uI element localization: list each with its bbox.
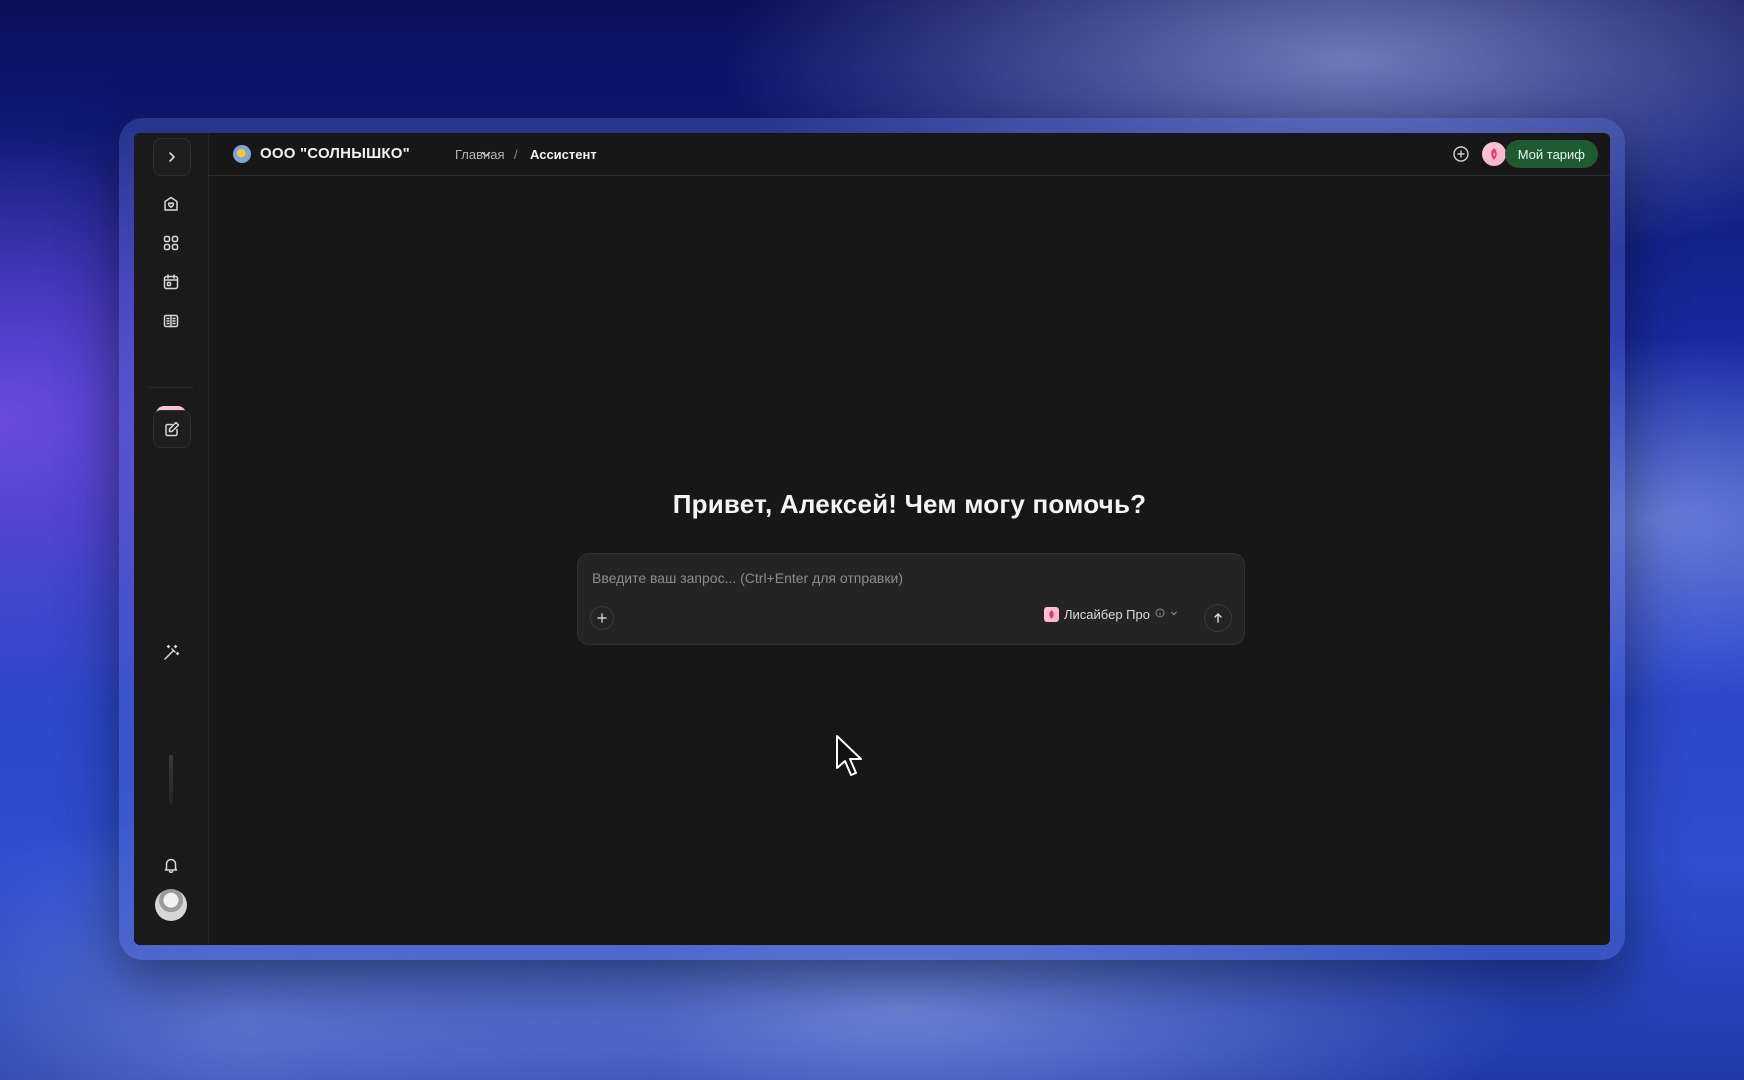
bell-icon (164, 858, 178, 874)
attach-button[interactable] (590, 606, 614, 630)
library-icon (163, 314, 179, 328)
sidebar-item-new-chat[interactable] (153, 410, 191, 448)
apps-grid-icon (163, 235, 179, 251)
sidebar-divider (149, 387, 193, 388)
prompt-input[interactable] (590, 569, 1194, 587)
avatar[interactable] (155, 889, 187, 921)
plus-icon (597, 613, 607, 623)
send-button[interactable] (1204, 604, 1232, 632)
breadcrumb-home[interactable]: Главная (455, 147, 504, 162)
assistant-header-button[interactable] (1482, 142, 1506, 166)
breadcrumb-separator: / (514, 147, 518, 162)
greeting-title: Привет, Алексей! Чем могу помочь? (672, 489, 1147, 519)
chevron-right-icon (169, 152, 175, 162)
expand-sidebar-button[interactable] (153, 138, 191, 176)
edit-icon (165, 421, 180, 437)
home-icon (164, 196, 178, 211)
model-selector[interactable]: Лисайбер Про (1044, 607, 1178, 622)
assistant-app-icon (1491, 148, 1497, 160)
my-plan-button[interactable]: Мой тариф (1504, 140, 1598, 168)
model-name: Лисайбер Про (1064, 607, 1150, 622)
top-bar: ООО "СОЛНЫШКО" Главная / Ассистент Мой т… (209, 133, 1610, 176)
sidebar-item-calendar[interactable] (153, 264, 189, 300)
add-circle-icon[interactable] (1452, 145, 1470, 163)
sidebar-item-library[interactable] (153, 303, 189, 339)
info-icon[interactable] (1155, 608, 1165, 621)
calendar-icon (163, 274, 179, 290)
magic-wand-icon (164, 644, 180, 660)
sidebar-item-magic[interactable] (153, 635, 189, 671)
app-window: ООО "СОЛНЫШКО" Главная / Ассистент Мой т… (134, 133, 1610, 945)
arrow-up-icon (1214, 613, 1222, 623)
mouse-cursor-icon (836, 735, 862, 776)
org-switcher[interactable]: ООО "СОЛНЫШКО" (260, 145, 410, 162)
sidebar-item-home[interactable] (153, 186, 189, 222)
model-app-icon (1044, 607, 1059, 622)
breadcrumb-current: Ассистент (530, 147, 597, 162)
chevron-down-icon (1170, 609, 1178, 620)
sidebar (134, 133, 209, 945)
notifications-button[interactable] (153, 847, 189, 883)
org-logo (233, 145, 251, 163)
sidebar-item-apps[interactable] (153, 225, 189, 261)
chat-composer: Лисайбер Про (577, 553, 1245, 645)
